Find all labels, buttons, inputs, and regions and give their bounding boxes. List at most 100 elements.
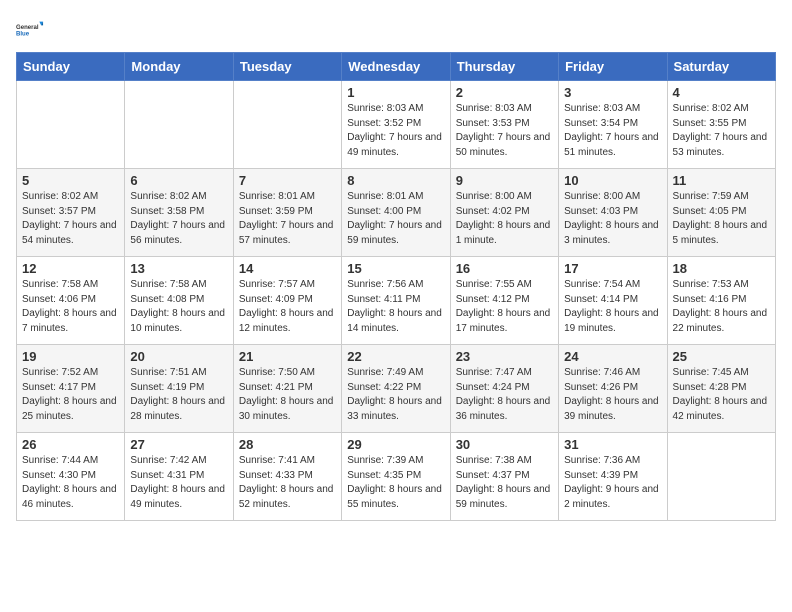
day-number: 19 xyxy=(22,349,119,364)
day-info: Sunrise: 7:49 AM Sunset: 4:22 PM Dayligh… xyxy=(347,366,444,424)
day-info: Sunrise: 7:50 AM Sunset: 4:21 PM Dayligh… xyxy=(239,366,336,424)
weekday-header: Sunday xyxy=(17,53,125,81)
day-info: Sunrise: 8:02 AM Sunset: 3:58 PM Dayligh… xyxy=(130,190,227,248)
day-number: 31 xyxy=(564,437,661,452)
calendar-cell: 24 Sunrise: 7:46 AM Sunset: 4:26 PM Dayli… xyxy=(559,345,667,433)
day-info: Sunrise: 7:56 AM Sunset: 4:11 PM Dayligh… xyxy=(347,278,444,336)
day-info: Sunrise: 7:55 AM Sunset: 4:12 PM Dayligh… xyxy=(456,278,553,336)
weekday-header: Thursday xyxy=(450,53,558,81)
day-number: 10 xyxy=(564,173,661,188)
day-info: Sunrise: 7:46 AM Sunset: 4:26 PM Dayligh… xyxy=(564,366,661,424)
calendar-cell: 3 Sunrise: 8:03 AM Sunset: 3:54 PM Daylig… xyxy=(559,81,667,169)
calendar-cell: 2 Sunrise: 8:03 AM Sunset: 3:53 PM Daylig… xyxy=(450,81,558,169)
day-info: Sunrise: 7:51 AM Sunset: 4:19 PM Dayligh… xyxy=(130,366,227,424)
calendar-cell: 27 Sunrise: 7:42 AM Sunset: 4:31 PM Dayli… xyxy=(125,433,233,521)
day-number: 15 xyxy=(347,261,444,276)
svg-text:General: General xyxy=(16,25,39,31)
calendar-cell: 19 Sunrise: 7:52 AM Sunset: 4:17 PM Dayli… xyxy=(17,345,125,433)
day-number: 22 xyxy=(347,349,444,364)
day-number: 4 xyxy=(673,85,770,100)
calendar-cell: 30 Sunrise: 7:38 AM Sunset: 4:37 PM Dayli… xyxy=(450,433,558,521)
day-number: 5 xyxy=(22,173,119,188)
day-number: 27 xyxy=(130,437,227,452)
calendar-week-row: 12 Sunrise: 7:58 AM Sunset: 4:06 PM Dayli… xyxy=(17,257,776,345)
calendar-cell: 7 Sunrise: 8:01 AM Sunset: 3:59 PM Daylig… xyxy=(233,169,341,257)
day-number: 21 xyxy=(239,349,336,364)
day-number: 24 xyxy=(564,349,661,364)
calendar-cell xyxy=(17,81,125,169)
calendar-cell: 10 Sunrise: 8:00 AM Sunset: 4:03 PM Dayli… xyxy=(559,169,667,257)
day-info: Sunrise: 8:01 AM Sunset: 4:00 PM Dayligh… xyxy=(347,190,444,248)
calendar-cell: 11Sunrise: 7:59 AM Sunset: 4:05 PM Dayli… xyxy=(667,169,775,257)
calendar-cell: 9 Sunrise: 8:00 AM Sunset: 4:02 PM Daylig… xyxy=(450,169,558,257)
calendar-cell: 16 Sunrise: 7:55 AM Sunset: 4:12 PM Dayli… xyxy=(450,257,558,345)
day-info: Sunrise: 7:38 AM Sunset: 4:37 PM Dayligh… xyxy=(456,454,553,512)
day-info: Sunrise: 7:36 AM Sunset: 4:39 PM Dayligh… xyxy=(564,454,661,512)
calendar-cell: 8Sunrise: 8:01 AM Sunset: 4:00 PM Daylig… xyxy=(342,169,450,257)
logo-icon: GeneralBlue xyxy=(16,16,44,44)
calendar-cell: 28 Sunrise: 7:41 AM Sunset: 4:33 PM Dayli… xyxy=(233,433,341,521)
day-info: Sunrise: 7:41 AM Sunset: 4:33 PM Dayligh… xyxy=(239,454,336,512)
calendar-cell: 29Sunrise: 7:39 AM Sunset: 4:35 PM Dayli… xyxy=(342,433,450,521)
day-number: 30 xyxy=(456,437,553,452)
day-info: Sunrise: 7:58 AM Sunset: 4:08 PM Dayligh… xyxy=(130,278,227,336)
day-number: 25 xyxy=(673,349,770,364)
calendar-cell: 15 Sunrise: 7:56 AM Sunset: 4:11 PM Dayli… xyxy=(342,257,450,345)
day-number: 16 xyxy=(456,261,553,276)
day-info: Sunrise: 7:52 AM Sunset: 4:17 PM Dayligh… xyxy=(22,366,119,424)
calendar-cell: 4Sunrise: 8:02 AM Sunset: 3:55 PM Daylig… xyxy=(667,81,775,169)
day-number: 13 xyxy=(130,261,227,276)
calendar-cell: 22 Sunrise: 7:49 AM Sunset: 4:22 PM Dayli… xyxy=(342,345,450,433)
calendar-cell: 1Sunrise: 8:03 AM Sunset: 3:52 PM Daylig… xyxy=(342,81,450,169)
calendar-cell: 25 Sunrise: 7:45 AM Sunset: 4:28 PM Dayli… xyxy=(667,345,775,433)
day-info: Sunrise: 7:44 AM Sunset: 4:30 PM Dayligh… xyxy=(22,454,119,512)
calendar-table: SundayMondayTuesdayWednesdayThursdayFrid… xyxy=(16,52,776,521)
day-number: 12 xyxy=(22,261,119,276)
day-number: 20 xyxy=(130,349,227,364)
calendar-cell: 23Sunrise: 7:47 AM Sunset: 4:24 PM Dayli… xyxy=(450,345,558,433)
weekday-header: Monday xyxy=(125,53,233,81)
calendar-cell: 31 Sunrise: 7:36 AM Sunset: 4:39 PM Dayli… xyxy=(559,433,667,521)
day-info: Sunrise: 7:54 AM Sunset: 4:14 PM Dayligh… xyxy=(564,278,661,336)
svg-text:Blue: Blue xyxy=(16,32,30,38)
day-info: Sunrise: 7:42 AM Sunset: 4:31 PM Dayligh… xyxy=(130,454,227,512)
weekday-header: Saturday xyxy=(667,53,775,81)
day-info: Sunrise: 8:03 AM Sunset: 3:52 PM Dayligh… xyxy=(347,102,444,160)
calendar-cell: 17 Sunrise: 7:54 AM Sunset: 4:14 PM Dayli… xyxy=(559,257,667,345)
day-info: Sunrise: 7:58 AM Sunset: 4:06 PM Dayligh… xyxy=(22,278,119,336)
calendar-cell: 12 Sunrise: 7:58 AM Sunset: 4:06 PM Dayli… xyxy=(17,257,125,345)
calendar-cell: 5 Sunrise: 8:02 AM Sunset: 3:57 PM Daylig… xyxy=(17,169,125,257)
calendar-week-row: 19 Sunrise: 7:52 AM Sunset: 4:17 PM Dayli… xyxy=(17,345,776,433)
day-info: Sunrise: 7:53 AM Sunset: 4:16 PM Dayligh… xyxy=(673,278,770,336)
calendar-cell: 14Sunrise: 7:57 AM Sunset: 4:09 PM Dayli… xyxy=(233,257,341,345)
day-info: Sunrise: 8:02 AM Sunset: 3:57 PM Dayligh… xyxy=(22,190,119,248)
day-number: 17 xyxy=(564,261,661,276)
day-info: Sunrise: 8:01 AM Sunset: 3:59 PM Dayligh… xyxy=(239,190,336,248)
logo: GeneralBlue xyxy=(16,16,44,44)
day-info: Sunrise: 7:47 AM Sunset: 4:24 PM Dayligh… xyxy=(456,366,553,424)
day-number: 28 xyxy=(239,437,336,452)
day-number: 9 xyxy=(456,173,553,188)
day-number: 2 xyxy=(456,85,553,100)
day-info: Sunrise: 8:00 AM Sunset: 4:02 PM Dayligh… xyxy=(456,190,553,248)
day-number: 26 xyxy=(22,437,119,452)
calendar-cell: 26 Sunrise: 7:44 AM Sunset: 4:30 PM Dayli… xyxy=(17,433,125,521)
calendar-cell xyxy=(125,81,233,169)
calendar-week-row: 26 Sunrise: 7:44 AM Sunset: 4:30 PM Dayli… xyxy=(17,433,776,521)
calendar-cell: 18Sunrise: 7:53 AM Sunset: 4:16 PM Dayli… xyxy=(667,257,775,345)
calendar-cell: 6 Sunrise: 8:02 AM Sunset: 3:58 PM Daylig… xyxy=(125,169,233,257)
calendar-week-row: 5 Sunrise: 8:02 AM Sunset: 3:57 PM Daylig… xyxy=(17,169,776,257)
day-info: Sunrise: 7:45 AM Sunset: 4:28 PM Dayligh… xyxy=(673,366,770,424)
day-info: Sunrise: 7:59 AM Sunset: 4:05 PM Dayligh… xyxy=(673,190,770,248)
day-info: Sunrise: 8:03 AM Sunset: 3:54 PM Dayligh… xyxy=(564,102,661,160)
day-info: Sunrise: 7:39 AM Sunset: 4:35 PM Dayligh… xyxy=(347,454,444,512)
day-info: Sunrise: 8:03 AM Sunset: 3:53 PM Dayligh… xyxy=(456,102,553,160)
weekday-header: Tuesday xyxy=(233,53,341,81)
day-number: 3 xyxy=(564,85,661,100)
day-number: 6 xyxy=(130,173,227,188)
day-number: 7 xyxy=(239,173,336,188)
day-info: Sunrise: 7:57 AM Sunset: 4:09 PM Dayligh… xyxy=(239,278,336,336)
day-info: Sunrise: 8:00 AM Sunset: 4:03 PM Dayligh… xyxy=(564,190,661,248)
calendar-cell: 21 Sunrise: 7:50 AM Sunset: 4:21 PM Dayli… xyxy=(233,345,341,433)
calendar-week-row: 1Sunrise: 8:03 AM Sunset: 3:52 PM Daylig… xyxy=(17,81,776,169)
